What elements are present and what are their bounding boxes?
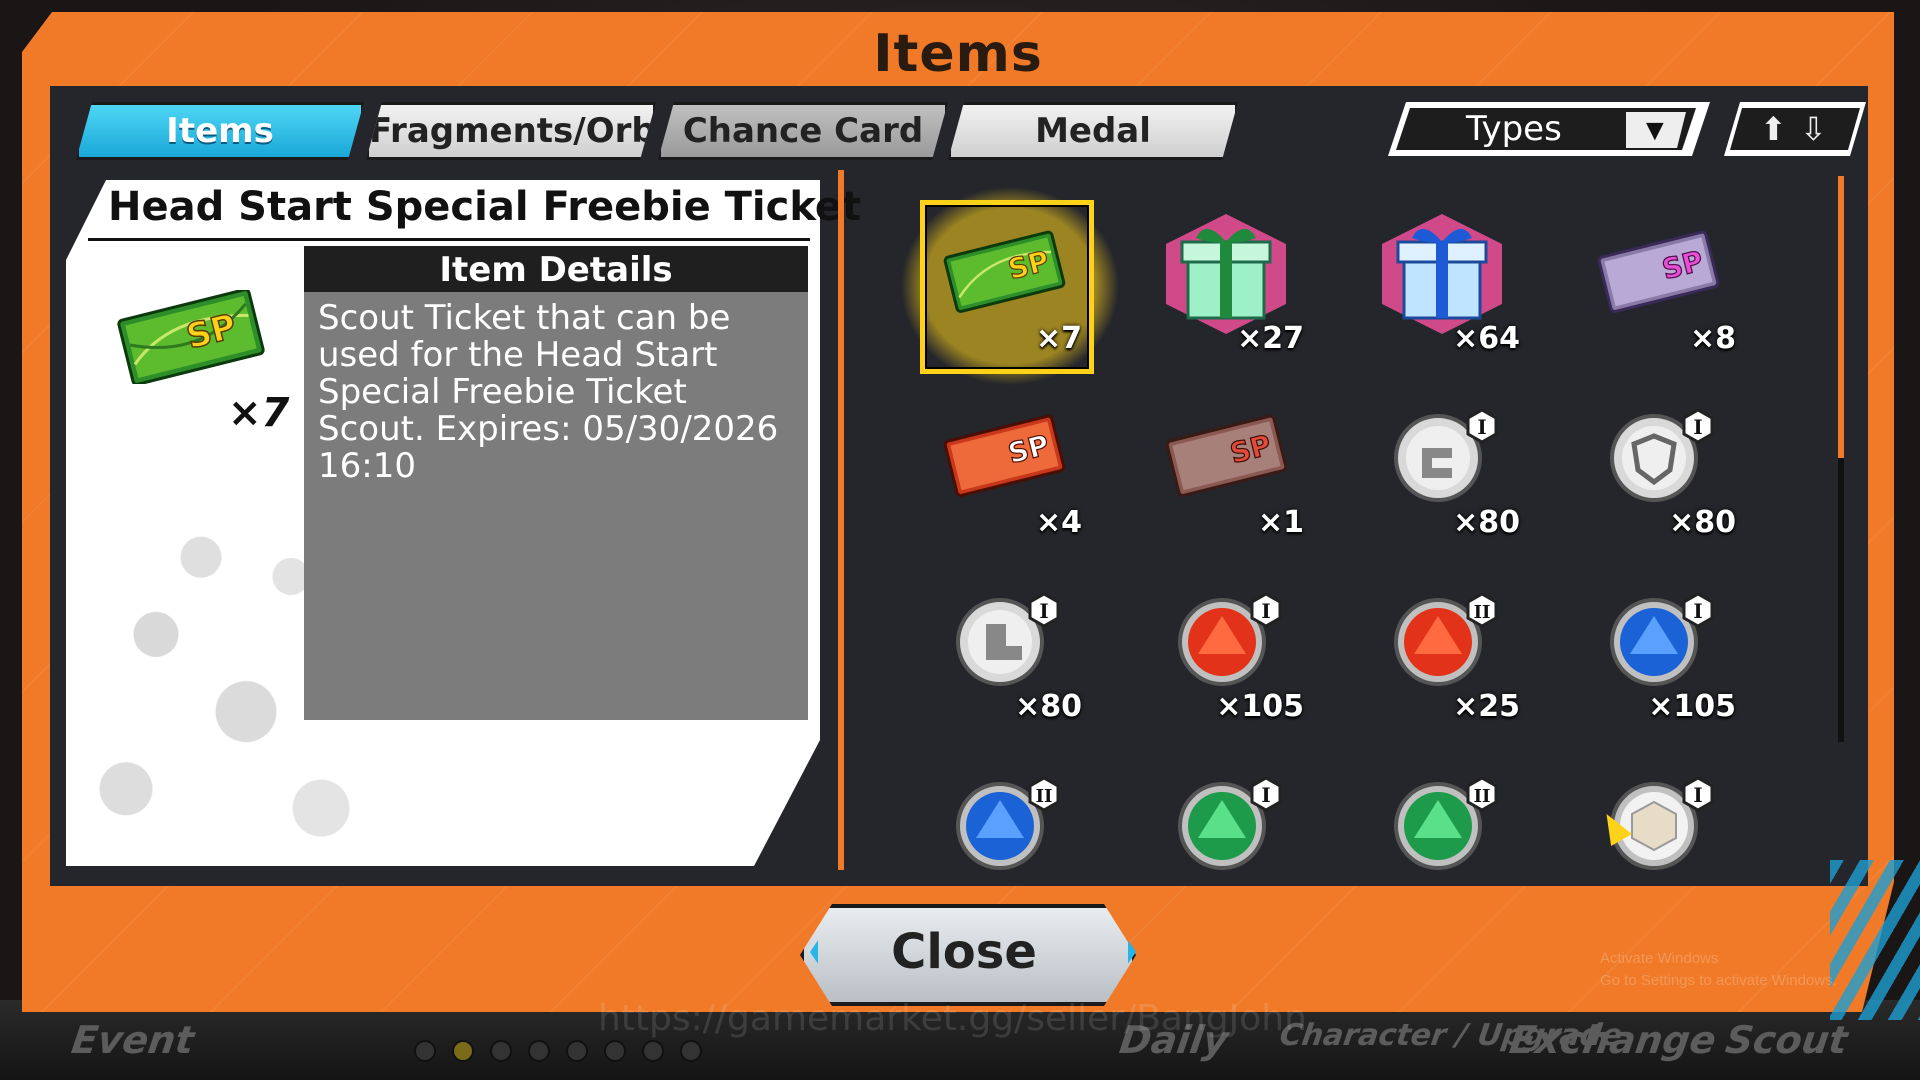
tier-label: II — [1036, 786, 1053, 807]
grid-item[interactable]: ×64 — [1342, 194, 1542, 364]
grid-item[interactable]: II — [1342, 746, 1542, 870]
grid-scroll-thumb[interactable] — [1838, 176, 1844, 458]
grid-item[interactable]: I ×80 — [904, 562, 1104, 732]
sort-order-inner: ⬆ ⇩ — [1730, 108, 1860, 150]
activate-windows-title: Activate Windows — [1600, 950, 1719, 967]
page-dot — [566, 1040, 588, 1062]
tier-label: I — [1477, 415, 1486, 439]
tier-label: I — [1261, 599, 1270, 623]
page-dot — [528, 1040, 550, 1062]
tier-label: II — [1474, 602, 1491, 623]
tier-label: I — [1693, 415, 1702, 439]
item-description: Scout Ticket that can be used for the He… — [318, 298, 779, 486]
sort-order-button[interactable]: ⬆ ⇩ — [1724, 102, 1866, 156]
activate-windows-subtitle: Go to Settings to activate Windows. — [1600, 972, 1837, 989]
item-quantity: ×8 — [1689, 321, 1736, 356]
item-details-title: Item Details — [439, 250, 673, 290]
page-dot — [604, 1040, 626, 1062]
item-quantity: ×4 — [1035, 505, 1082, 540]
grid-item[interactable]: II ×25 — [1342, 562, 1542, 732]
page-dot — [452, 1040, 474, 1062]
grid-item[interactable]: I ×80 — [1342, 378, 1542, 548]
blue-orb-icon: II — [956, 776, 1060, 870]
watermark-text: https://gamemarket.gg/seller/BangJohn — [598, 998, 1307, 1039]
item-quantity: ×80 — [1015, 689, 1082, 724]
tab-medal-materials[interactable]: Medal Materials — [948, 102, 1238, 160]
grid-item[interactable]: II — [904, 746, 1104, 870]
grid-item[interactable]: ×27 — [1126, 194, 1326, 364]
page-dot — [414, 1040, 436, 1062]
grid-item[interactable]: I — [1126, 746, 1326, 870]
tier-label: II — [1474, 786, 1491, 807]
types-label: Types — [1466, 109, 1562, 149]
page-dot — [680, 1040, 702, 1062]
item-quantity: ×7 — [1035, 321, 1082, 356]
item-quantity: ×105 — [1648, 689, 1736, 724]
item-details-header: Item Details — [304, 246, 808, 292]
item-quantity: ×25 — [1453, 689, 1520, 724]
types-dropdown-inner: Types ▼ — [1396, 108, 1696, 150]
grid-item[interactable]: I ×105 — [1126, 562, 1326, 732]
page-dot — [642, 1040, 664, 1062]
tier-label: I — [1261, 783, 1270, 807]
tab-items[interactable]: Items — [76, 102, 364, 160]
tab-chance-card[interactable]: Chance Card — [658, 102, 948, 160]
activate-windows-notice: Activate Windows Go to Settings to activ… — [1600, 948, 1837, 992]
sp-ticket-green-icon: SP — [117, 290, 265, 384]
tier-label: I — [1693, 783, 1702, 807]
arrow-up-icon: ⬆ — [1760, 111, 1787, 147]
panel-divider — [838, 170, 844, 870]
green-orb-icon: I — [1178, 776, 1282, 870]
types-dropdown[interactable]: Types ▼ — [1388, 102, 1710, 156]
grid-item[interactable]: I — [1558, 746, 1758, 870]
item-quantity: ×105 — [1216, 689, 1304, 724]
item-quantity: ×1 — [1257, 505, 1304, 540]
grid-item[interactable]: SP ×7 — [904, 194, 1104, 364]
grid-item[interactable]: SP ×1 — [1126, 378, 1326, 548]
modal-title: Items — [873, 24, 1043, 84]
tier-label: I — [1039, 599, 1048, 623]
item-details-body: Scout Ticket that can be used for the He… — [304, 292, 808, 720]
item-quantity: ×80 — [1453, 505, 1520, 540]
tab-fragments-orbs[interactable]: Fragments/Orbs — [366, 102, 656, 160]
close-button-label: Close — [891, 924, 1037, 980]
grid-item[interactable]: I ×105 — [1558, 562, 1758, 732]
chevron-down-icon: ▼ — [1626, 112, 1686, 148]
grid-item[interactable]: SP ×4 — [904, 378, 1104, 548]
bg-nav-event: Event — [68, 1018, 197, 1062]
green-orb-icon: II — [1394, 776, 1498, 870]
detail-quantity: ×7 — [228, 390, 290, 436]
divider — [88, 238, 810, 241]
bg-nav-scout: Scout — [1722, 1018, 1851, 1062]
bg-nav-exchange: Exchange — [1506, 1018, 1719, 1062]
item-quantity: ×64 — [1453, 321, 1520, 356]
grid-item[interactable]: SP ×8 — [1558, 194, 1758, 364]
arrow-down-icon: ⇩ — [1800, 111, 1827, 147]
item-quantity: ×27 — [1237, 321, 1304, 356]
page-dot — [490, 1040, 512, 1062]
white-orb-icon: I — [1610, 776, 1714, 870]
tier-label: I — [1693, 599, 1702, 623]
grid-item[interactable]: I ×80 — [1558, 378, 1758, 548]
item-quantity: ×80 — [1669, 505, 1736, 540]
decor-stripes — [1830, 860, 1920, 1020]
game-screen: Event Daily Character / Upgrade Exchange… — [0, 0, 1920, 1080]
item-name: Head Start Special Freebie Ticket — [108, 184, 862, 230]
